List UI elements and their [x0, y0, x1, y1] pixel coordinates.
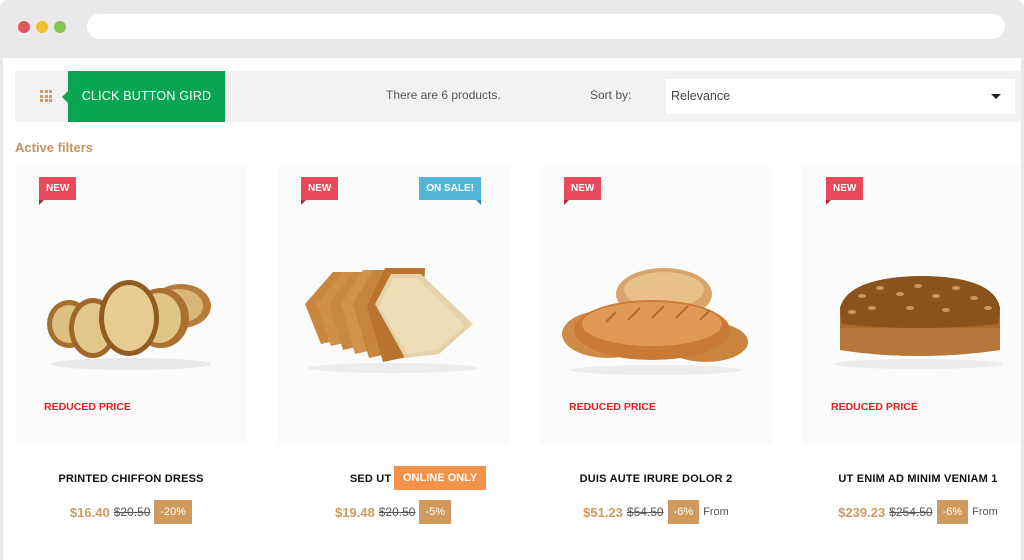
from-label: From: [972, 506, 998, 518]
regular-price: $20.50: [113, 505, 151, 519]
maximize-window-dot[interactable]: [54, 21, 66, 33]
product-title[interactable]: UT ENIM AD MINIM VENIAM 1: [802, 473, 1021, 485]
product-image[interactable]: [293, 246, 493, 386]
browser-window: CLICK BUTTON GIRD There are 6 products. …: [0, 0, 1024, 560]
online-only-badge: ONLINE ONLY: [394, 466, 487, 490]
product-image[interactable]: [818, 246, 1018, 386]
regular-price: $20.50: [378, 505, 416, 519]
product-count: There are 6 products.: [386, 88, 501, 102]
discount-badge: -6%: [936, 500, 969, 524]
click-button-gird[interactable]: CLICK BUTTON GIRD: [62, 71, 225, 122]
discount-badge: -6%: [667, 500, 700, 524]
reduced-price-label: REDUCED PRICE: [44, 401, 131, 413]
product-card[interactable]: NEW ON SALE!: [277, 166, 509, 445]
chevron-down-icon: [991, 94, 1001, 99]
price-row: $239.23 $254.50 -6% From: [802, 500, 1021, 524]
price-row: $19.48 $20.50 -5%: [277, 500, 509, 524]
from-label: From: [703, 506, 729, 518]
regular-price: $254.50: [889, 505, 933, 519]
sort-select[interactable]: Relevance: [666, 79, 1015, 114]
price-row: $16.40 $20.50 -20%: [15, 500, 247, 524]
product-image[interactable]: [556, 246, 756, 386]
product-card[interactable]: NEW REDUCED PRICE: [15, 166, 247, 445]
new-flag: NEW: [301, 177, 339, 205]
new-flag: NEW: [564, 177, 602, 205]
page-viewport: CLICK BUTTON GIRD There are 6 products. …: [3, 58, 1021, 560]
product-card[interactable]: NEW REDUCED PRICE: [540, 166, 772, 445]
product-price: $19.48: [334, 504, 375, 520]
price-row: $51.23 $54.50 -6% From: [540, 500, 772, 524]
product-price: $51.23: [583, 504, 623, 520]
close-window-dot[interactable]: [18, 21, 30, 33]
product-price: $239.23: [838, 504, 886, 520]
product-title[interactable]: DUIS AUTE IRURE DOLOR 2: [540, 473, 772, 485]
product-card[interactable]: NEW REDUCED PRICE: [802, 166, 1021, 445]
regular-price: $54.50: [626, 505, 664, 519]
discount-badge: -20%: [154, 500, 193, 524]
reduced-price-label: REDUCED PRICE: [569, 401, 656, 413]
active-filters-heading: Active filters: [15, 140, 94, 155]
product-price: $16.40: [69, 504, 110, 520]
product-title[interactable]: PRINTED CHIFFON DRESS: [15, 473, 247, 485]
minimize-window-dot[interactable]: [36, 21, 48, 33]
new-flag: NEW: [39, 177, 77, 205]
sort-by-label: Sort by:: [590, 88, 632, 102]
browser-titlebar: [0, 0, 1024, 58]
discount-badge: -5%: [419, 500, 452, 524]
product-image[interactable]: [31, 246, 231, 386]
grid-view-icon[interactable]: [40, 90, 53, 102]
products-toolbar: CLICK BUTTON GIRD There are 6 products. …: [15, 71, 1021, 122]
address-bar[interactable]: [87, 14, 1005, 39]
new-flag: NEW: [826, 177, 864, 205]
on-sale-flag: ON SALE!: [419, 177, 481, 205]
sort-select-value: Relevance: [671, 89, 731, 103]
reduced-price-label: REDUCED PRICE: [831, 401, 918, 413]
